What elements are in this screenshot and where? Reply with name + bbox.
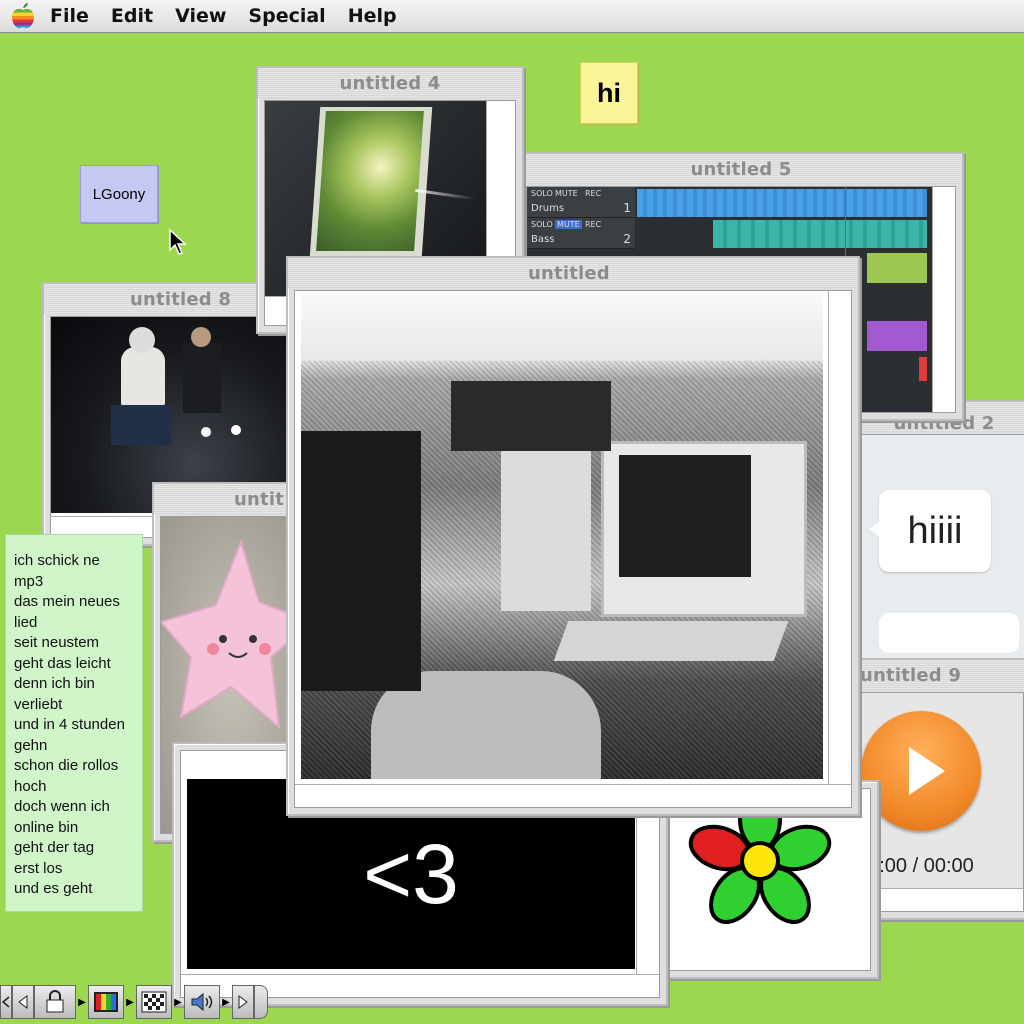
photo-bw-computer xyxy=(301,291,823,779)
lyric-line: und es geht xyxy=(14,880,93,897)
window-title[interactable]: untitled 5 xyxy=(520,154,962,184)
lyric-line: schon die rollos xyxy=(14,757,119,774)
daw-clip-green[interactable] xyxy=(867,253,927,283)
chat-bubble-2 xyxy=(879,613,1019,653)
lyric-line: das mein neues xyxy=(14,593,120,610)
lyric-line: doch wenn ich xyxy=(14,798,110,815)
window-title[interactable]: untitled 4 xyxy=(258,68,522,98)
strip-scroll-left-icon[interactable] xyxy=(0,985,12,1019)
lyric-line: mp3 xyxy=(14,572,44,590)
sticky-note-lgoony[interactable]: LGoony xyxy=(80,165,158,223)
sticky-note-hi[interactable]: hi xyxy=(580,62,638,124)
lyric-line: online bin xyxy=(14,818,79,836)
chat-bubble-tail xyxy=(869,520,881,538)
strip-arrow-icon[interactable]: ▶ xyxy=(220,985,232,1019)
lyric-line: und in 4 stunden xyxy=(14,716,125,733)
lyric-line: ich schick ne xyxy=(14,552,100,569)
menu-file[interactable]: File xyxy=(50,5,89,27)
lyric-line: geht der tag xyxy=(14,839,95,856)
control-strip: ▶ ▶ ▶ ▶ xyxy=(0,984,268,1020)
sticky-note-lyrics[interactable]: ich schick ne mp3 das mein neues lied se… xyxy=(5,534,143,912)
chat-bubble-text: hiiii xyxy=(907,509,963,552)
chat-bubble: hiiii xyxy=(879,490,991,572)
lyric-line: seit neustem xyxy=(14,634,100,651)
daw-clip-bass[interactable] xyxy=(713,220,927,248)
window-untitled-main[interactable]: untitled xyxy=(286,256,860,816)
strip-tab-icon[interactable] xyxy=(254,985,268,1019)
lyric-line: gehn xyxy=(14,736,48,754)
apple-menu-icon[interactable] xyxy=(8,2,38,30)
window-untitled-2[interactable]: untitled 2 hiiii xyxy=(852,400,1024,674)
window-title[interactable]: untitled xyxy=(288,258,858,288)
strip-lock-icon[interactable] xyxy=(34,985,76,1019)
lyric-line: geht das leicht xyxy=(14,654,111,672)
daw-clip-purple[interactable] xyxy=(867,321,927,351)
heart-text: <3 xyxy=(363,826,459,921)
daw-track-header-2[interactable]: SOLO MUTE REC Bass 2 xyxy=(527,218,635,249)
mouse-cursor-icon xyxy=(169,228,187,255)
daw-clip-drums[interactable] xyxy=(637,189,927,217)
menu-special[interactable]: Special xyxy=(248,5,325,27)
window-title[interactable]: untit xyxy=(154,484,304,514)
lyric-line: hoch xyxy=(14,777,47,795)
strip-sound-icon[interactable] xyxy=(184,985,220,1019)
daw-clip-red[interactable] xyxy=(919,357,927,381)
daw-track-header-1[interactable]: SOLO MUTE REC Drums 1 xyxy=(527,187,635,218)
strip-forward-icon[interactable] xyxy=(232,985,254,1019)
strip-monitor-depth-icon[interactable] xyxy=(136,985,172,1019)
menu-bar: File Edit View Special Help xyxy=(0,0,1024,33)
strip-back-icon[interactable] xyxy=(12,985,34,1019)
icq-flower-icon xyxy=(688,793,832,924)
play-icon xyxy=(909,747,945,795)
play-button[interactable] xyxy=(861,711,981,831)
menu-edit[interactable]: Edit xyxy=(111,5,153,27)
lyric-line: erst los xyxy=(14,859,63,877)
strip-monitor-colors-icon[interactable] xyxy=(88,985,124,1019)
lyric-line: lied xyxy=(14,613,38,631)
daw-playhead[interactable] xyxy=(845,187,846,257)
strip-arrow-icon[interactable]: ▶ xyxy=(172,985,184,1019)
lyric-line: denn ich bin xyxy=(14,675,95,692)
lyric-line: verliebt xyxy=(14,695,63,713)
strip-arrow-icon[interactable]: ▶ xyxy=(124,985,136,1019)
menu-view[interactable]: View xyxy=(175,5,226,27)
strip-arrow-icon[interactable]: ▶ xyxy=(76,985,88,1019)
menu-help[interactable]: Help xyxy=(348,5,397,27)
